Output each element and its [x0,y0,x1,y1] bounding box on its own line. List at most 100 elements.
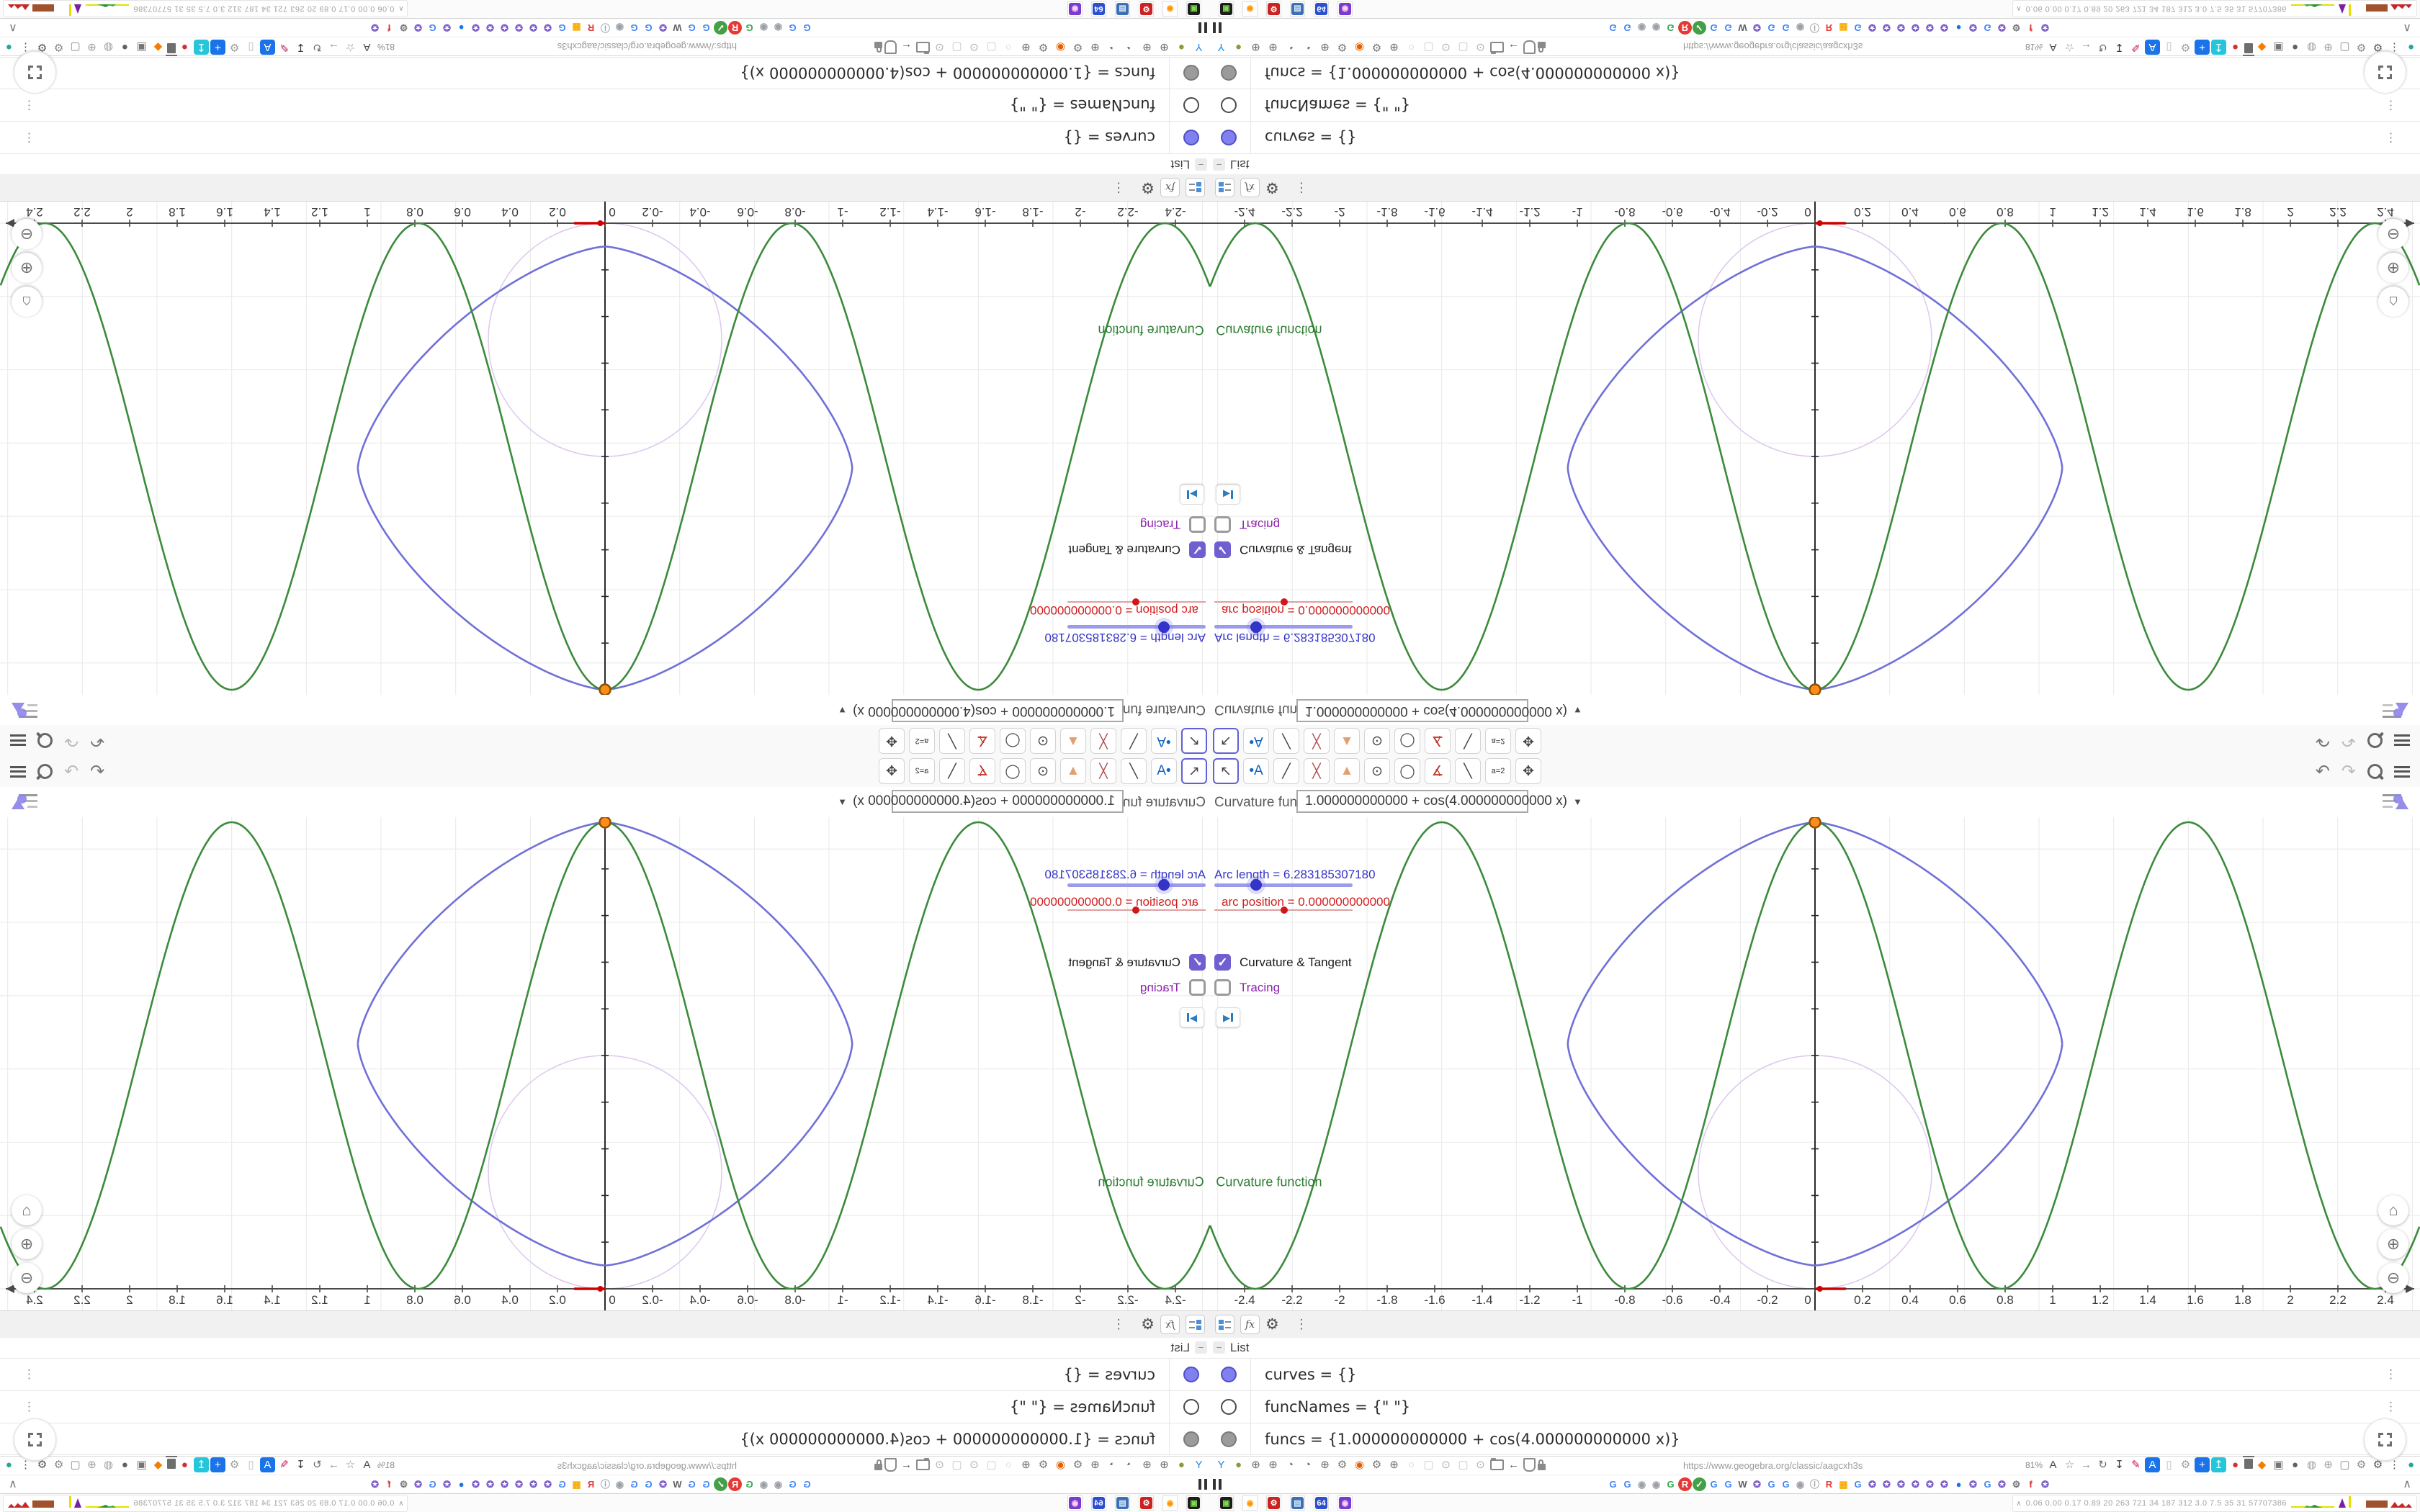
ext-pale1[interactable]: ○ [1001,40,1016,55]
tab-star7[interactable]: ✪ [1937,21,1951,35]
tab-w[interactable]: W [1736,1477,1749,1491]
tab-star9[interactable]: ✪ [411,1477,425,1491]
launcher-settings[interactable]: ⚙ [1139,1495,1154,1511]
tab-google5[interactable]: G [1721,1477,1735,1491]
ext-pale3[interactable]: ▢ [1456,40,1471,55]
tab-dot2[interactable]: ◉ [1649,21,1663,35]
undo-button[interactable]: ↶ [2316,762,2330,780]
graph-canvas[interactable]: -2.4 -2.2 -2 -1.8 -1.6 -1.4 -1.2 -1 -0.8 -0.6 -0.4… [1210,817,2420,1310]
point-tool[interactable]: •A [1243,758,1269,784]
fx-button[interactable]: fx [1240,1315,1260,1334]
system-monitor-area[interactable]: ∧ 0.06 0.00 0.17 0.89 20 263 721 34 187 … [3,1495,408,1512]
ext-globe3[interactable]: ⊕ [1317,40,1332,55]
tab-grid[interactable]: ▦ [570,1477,583,1491]
tab-star6[interactable]: ✪ [483,1477,497,1491]
tab-star6[interactable]: ✪ [1923,21,1937,35]
tab-gear[interactable]: ⚙ [397,21,411,35]
lock-icon[interactable] [874,1463,882,1470]
tab-star1[interactable]: ✪ [1750,21,1764,35]
ext-dial2[interactable]: ◔ [1105,1457,1120,1472]
ext-globe2[interactable]: ⊕ [1139,40,1155,55]
conic-tool[interactable]: ◯ [1000,728,1026,754]
ext-dial1[interactable]: ◔ [1122,40,1137,55]
ext-globe2[interactable]: ⊕ [1265,40,1281,55]
tab-chat[interactable]: ● [1952,21,1966,35]
tab-dot1[interactable]: ◉ [771,1477,785,1491]
ext-oval[interactable]: ▯ [243,40,259,55]
tab-star4[interactable]: ✪ [512,21,526,35]
move-tool[interactable]: ↖ [1213,758,1239,784]
home-button[interactable]: ⌂ [2378,287,2408,317]
row-menu-kebab-icon[interactable]: ⋮ [2385,130,2397,145]
tab-ya2[interactable]: R [584,21,598,35]
ext-upload[interactable]: ↥ [194,40,209,55]
circle-tool[interactable]: ⊙ [1364,728,1390,754]
ext-shield2[interactable]: ◍ [2304,40,2319,55]
tab-google4[interactable]: G [1707,1477,1721,1491]
launcher-monitor[interactable]: ▤ [1290,1495,1305,1511]
tab-star4[interactable]: ✪ [512,1477,526,1491]
visibility-toggle-funcnames[interactable] [1221,1399,1237,1415]
gear-icon[interactable]: ⚙ [1141,1315,1155,1333]
tab-google9[interactable]: G [426,21,439,35]
zoom-in-button[interactable]: ⊕ [12,253,42,283]
launcher-purple-app[interactable]: ◉ [1337,1,1353,17]
tab-info[interactable]: ⓘ [599,21,612,35]
algebra-row-funcs[interactable]: funcs = {1.000000000000 + cos(4.00000000… [0,57,1210,89]
ext-shield-ud[interactable]: ● [2287,1457,2303,1472]
ext-gear[interactable]: ⚙ [1036,40,1051,55]
launcher-terminal[interactable]: ▣ [1219,1,1234,17]
tab-google7[interactable]: G [1779,21,1793,35]
profile-icon[interactable]: A [2145,40,2160,55]
arc-length-slider-thumb[interactable] [1158,621,1170,633]
fx-button[interactable]: fx [1240,178,1260,197]
redo-button[interactable]: ↷ [64,762,79,781]
tab-google5[interactable]: G [1721,21,1735,35]
system-monitor-area[interactable]: ∧ 0.06 0.00 0.17 0.89 20 263 721 34 187 … [2012,1495,2417,1512]
launcher-terminal[interactable]: ▣ [1219,1495,1234,1511]
puzzle-icon[interactable]: ▢ [2337,40,2352,55]
tab-google2[interactable]: G [786,1477,799,1491]
tab-star4[interactable]: ✪ [1894,1477,1908,1491]
download-icon[interactable]: ↧ [293,1457,308,1472]
tab-google4[interactable]: G [699,1477,713,1491]
row-menu-kebab-icon[interactable]: ⋮ [2385,1367,2397,1382]
row-menu-kebab-icon[interactable]: ⋮ [2385,98,2397,112]
arc-length-slider-thumb[interactable] [1250,621,1262,633]
tab-star1[interactable]: ✪ [656,21,670,35]
ext-dial2[interactable]: ◔ [1105,40,1120,55]
wrench-icon[interactable]: ⚙ [2354,1457,2369,1472]
ext-pale3[interactable]: ▢ [949,40,964,55]
forward-icon[interactable]: → [2079,1457,2094,1472]
tab-star8[interactable]: ✪ [1966,1477,1980,1491]
ext-dial1[interactable]: ◔ [1283,1457,1298,1472]
url-text[interactable]: https://www.geogebra.org/classic/aagcxh3… [1683,1460,1863,1471]
ext-globe2[interactable]: ⊕ [1139,1457,1155,1472]
home-button[interactable]: ⌂ [12,287,42,317]
tab-star5[interactable]: ✪ [498,1477,511,1491]
function-select[interactable]: 1.000000000000 + cos(4.000000000000 x) ▼ [1296,790,1582,813]
zoom-in-button[interactable]: ⊕ [12,1229,42,1259]
row-menu-kebab-icon[interactable]: ⋮ [23,1400,35,1414]
tab-w[interactable]: W [671,21,684,35]
tab-google8[interactable]: G [555,1477,569,1491]
launcher-purple-app[interactable]: ◉ [1337,1495,1353,1511]
tab-star3[interactable]: ✪ [1880,21,1894,35]
graphics-view[interactable]: -2.4 -2.2 -2 -1.8 -1.6 -1.4 -1.2 -1 -0.8 -0.6 -0.4… [1210,202,2420,695]
bookmark-star-icon[interactable]: ☆ [2062,1457,2077,1472]
launcher-purple-app[interactable]: ◉ [1067,1,1083,17]
back-arrow[interactable]: ← [899,1457,914,1472]
redo-button[interactable]: ↷ [64,732,79,751]
tab-ya1[interactable]: R [1678,21,1692,35]
ext-plus[interactable]: + [210,40,225,55]
algebra-row-funcnames[interactable]: funcNames = {" "} ⋮ [0,1390,1210,1423]
tab-google5[interactable]: G [685,1477,699,1491]
tab-google3[interactable]: G [1664,1477,1677,1491]
launcher-settings[interactable]: ⚙ [1266,1,1281,17]
collapse-button[interactable]: − [1195,1341,1207,1354]
collapse-up-icon[interactable]: ∧ [9,1477,17,1491]
redo-button[interactable]: ↷ [2341,732,2356,751]
tray-caret-icon[interactable]: ∧ [2016,5,2021,13]
visibility-toggle-funcnames[interactable] [1221,97,1237,113]
translate-icon[interactable]: A [359,1457,375,1472]
